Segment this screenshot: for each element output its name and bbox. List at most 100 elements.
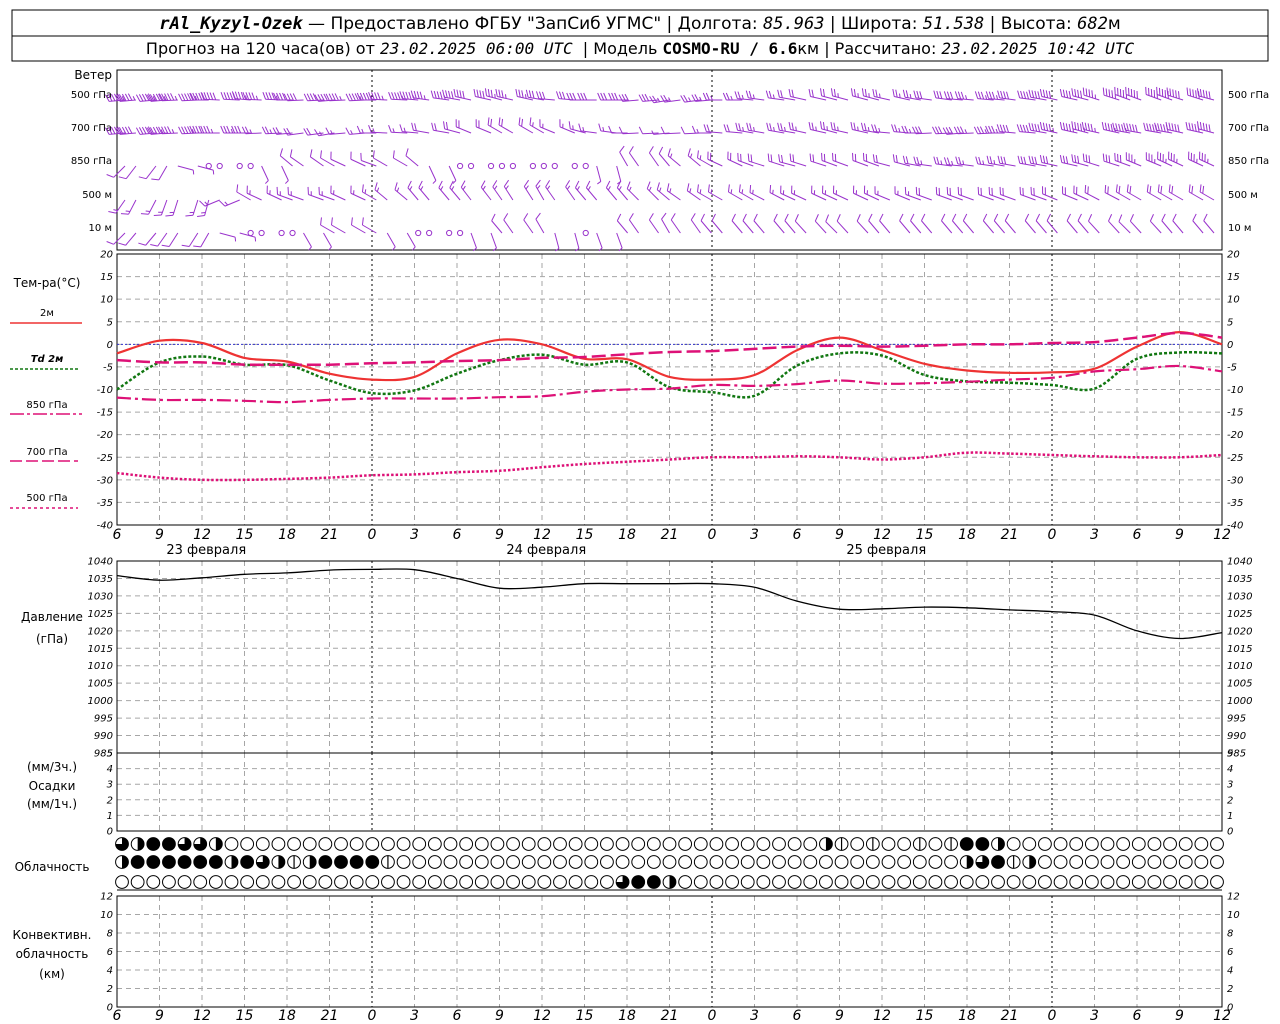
wind-barb: [661, 212, 670, 234]
wind-barb: [1199, 184, 1215, 201]
wind-barb: [658, 146, 670, 167]
cloud-symbol: [740, 837, 755, 851]
wind-barb: [1039, 88, 1058, 101]
wind-barb: [1125, 86, 1142, 101]
wind-barb: [605, 180, 618, 201]
xtick-label: 21: [1001, 527, 1019, 543]
wind-barb: [565, 180, 576, 201]
cloud-symbol: [568, 875, 583, 889]
wind-barb: [405, 148, 419, 167]
wind-barb: [1066, 213, 1078, 234]
wind-barb: [852, 185, 869, 201]
wind-barb: [711, 213, 723, 234]
cloud-symbol: [381, 855, 395, 869]
cloud-symbol: [631, 837, 646, 851]
cloud-symbol: [302, 837, 317, 851]
temperature-title: Тем-ра(°C): [13, 276, 81, 290]
cloud-symbol: [772, 855, 786, 869]
cloud-symbol: [443, 855, 458, 869]
wind-barb: [585, 180, 598, 201]
ytick-right-temperature: 0: [1227, 340, 1233, 351]
cloud-symbol: [991, 855, 1005, 869]
wind-barb: [281, 165, 289, 184]
wind-barb: [745, 90, 765, 101]
wind-barb: [871, 124, 890, 134]
xtick-label: 6: [1133, 527, 1142, 543]
wind-barb: [982, 213, 995, 234]
cloud-symbol: [271, 855, 286, 869]
cloud-symbol: [162, 875, 176, 889]
cloud-symbol: [662, 855, 677, 869]
cloud-symbol: [130, 855, 145, 869]
cloud-symbol: [772, 837, 786, 851]
cloud-symbol: [506, 855, 520, 869]
cloud-symbol: [975, 837, 990, 851]
cloud-symbol: [146, 837, 161, 851]
cloud-symbol: [662, 875, 677, 889]
wind-barb: [935, 186, 952, 201]
wind-barb: [1157, 151, 1173, 167]
ytick-left-convective_cloud: 2: [107, 984, 113, 995]
wind-barb: [241, 126, 262, 135]
xtick-label: 21: [1001, 1008, 1019, 1024]
cloud-symbol: [537, 837, 552, 851]
cloud-symbol: [865, 875, 880, 889]
wind-barb: [361, 184, 377, 201]
wind-barb: [535, 212, 545, 234]
cloud-symbol: [271, 837, 286, 851]
wind-barb: [670, 213, 681, 234]
ytick-right-pressure: 1015: [1227, 644, 1252, 655]
wind-barb: [747, 153, 765, 167]
cloud-symbol: [459, 875, 474, 889]
day-label: 23 февраля: [166, 543, 246, 558]
cloud-symbol: [944, 875, 958, 889]
legend-label-td2m: Td 2м: [31, 354, 64, 365]
wind-level-700hpa-right: 700 гПа: [1228, 123, 1269, 134]
wind-barb: [874, 186, 891, 201]
longitude-value: 85.963: [763, 14, 824, 34]
cloud-symbol: [318, 875, 333, 889]
meteogram: rAl_Kyzyl-Ozek — Предоставлено ФГБУ "Зап…: [10, 9, 1269, 1024]
cloud-symbol: [1178, 875, 1193, 889]
xtick-label: 0: [708, 527, 717, 543]
ytick-right-precipitation: 5: [1227, 749, 1233, 760]
wind-barb: [788, 121, 807, 134]
wind-barb: [523, 179, 534, 201]
cloud-symbol: [365, 837, 380, 851]
cloud-symbol: [834, 875, 849, 889]
ytick-left-pressure: 1005: [88, 679, 113, 690]
ytick-right-precipitation: 0: [1227, 827, 1233, 838]
wind-barb: [495, 88, 514, 101]
cloud-symbol: [928, 875, 943, 889]
cloud-symbol: [224, 855, 239, 869]
cloud-symbol: [1131, 837, 1146, 851]
wind-barb: [821, 152, 838, 167]
wind-barb: [551, 162, 558, 170]
wind-barb: [1030, 186, 1047, 201]
wind-barb: [872, 154, 890, 167]
ytick-right-pressure: 1020: [1227, 626, 1252, 637]
wind-barb: [809, 153, 827, 167]
cloud-symbol: [381, 837, 395, 851]
wind-barb: [138, 165, 157, 180]
xtick-label: 21: [321, 1008, 339, 1024]
xtick-label: 12: [873, 527, 891, 543]
wind-barb: [794, 214, 807, 234]
wind-barb: [913, 90, 932, 101]
xtick-label: 3: [750, 1008, 759, 1024]
xtick-label: 18: [618, 1008, 636, 1024]
wind-barb: [912, 126, 932, 135]
ytick-left-pressure: 1000: [88, 696, 113, 707]
cloud-symbol: [240, 875, 255, 889]
wind-barb: [554, 232, 560, 252]
ytick-right-pressure: 1005: [1227, 679, 1252, 690]
xtick-label: 15: [236, 1008, 254, 1024]
ytick-right-convective_cloud: 12: [1227, 892, 1240, 903]
cloud-symbol: [1006, 837, 1021, 851]
wind-barb: [997, 90, 1016, 101]
cloud-symbol: [1194, 837, 1209, 851]
xtick-label: 0: [368, 527, 377, 543]
wind-barb: [503, 213, 514, 234]
wind-barb: [1118, 214, 1131, 234]
ytick-left-precipitation: 0: [107, 827, 113, 838]
